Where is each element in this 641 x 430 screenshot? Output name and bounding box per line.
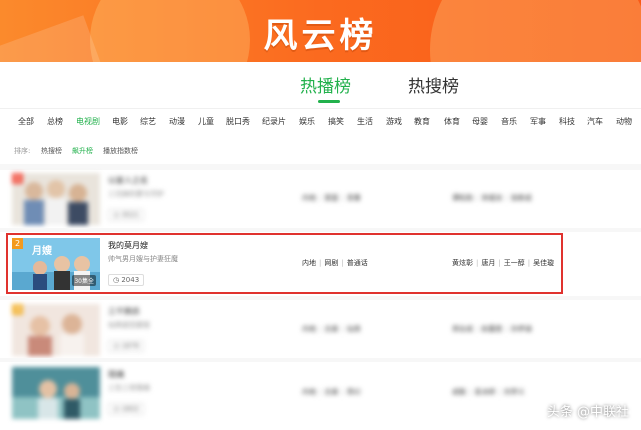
- divider: [0, 108, 641, 109]
- category-overall[interactable]: 总榜: [47, 116, 63, 127]
- category-nav: 全部 总榜 电视剧 电影 综艺 动漫 儿童 脱口秀 纪录片 娱乐 搞笑 生活 游…: [14, 116, 639, 130]
- rank-badge: 3: [12, 304, 23, 315]
- sort-play-index[interactable]: 播放指数榜: [103, 146, 138, 156]
- drama-actors: 谭松韵 | 宋威龙 | 张新成: [452, 194, 532, 202]
- sort-label: 排序:: [14, 147, 31, 155]
- row-divider: [0, 228, 641, 232]
- drama-tags: 内地 | 家庭 | 青春: [302, 194, 361, 202]
- drama-description: 三兄妹的爱与守护: [108, 190, 164, 198]
- poster-image: [12, 304, 100, 356]
- ranking-tabs: 热播榜 热搜榜: [0, 72, 641, 106]
- category-game[interactable]: 游戏: [386, 116, 402, 127]
- category-kids[interactable]: 儿童: [198, 116, 214, 127]
- rank-badge: 2: [12, 238, 23, 249]
- play-count: ◷ 1876: [108, 340, 145, 352]
- category-military[interactable]: 军事: [530, 116, 546, 127]
- tab-label: 热播榜: [300, 77, 351, 97]
- poster-image: [12, 367, 100, 419]
- ranking-row[interactable]: 1 以家人之名 三兄妹的爱与守护 ◷ 3521 内地 | 家庭 | 青春 谭松韵 | 宋威龙…: [10, 171, 562, 226]
- highlight-box: [6, 233, 563, 294]
- banner-title: 风云榜: [263, 16, 378, 56]
- tab-hot-search[interactable]: 热搜榜: [408, 72, 459, 97]
- section-divider: [0, 164, 641, 170]
- drama-title[interactable]: 琉璃: [108, 369, 124, 380]
- row-divider: [0, 358, 641, 362]
- category-entertainment[interactable]: 娱乐: [299, 116, 315, 127]
- category-mother-baby[interactable]: 母婴: [472, 116, 488, 127]
- header-banner: 风云榜: [0, 0, 641, 62]
- category-sports[interactable]: 体育: [444, 116, 460, 127]
- category-auto[interactable]: 汽车: [587, 116, 603, 127]
- category-documentary[interactable]: 纪录片: [262, 116, 286, 127]
- drama-title[interactable]: 以家人之名: [108, 175, 148, 186]
- category-comedy[interactable]: 搞笑: [328, 116, 344, 127]
- category-animal[interactable]: 动物: [616, 116, 632, 127]
- category-tv-drama[interactable]: 电视剧: [76, 116, 100, 127]
- category-music[interactable]: 音乐: [501, 116, 517, 127]
- active-tab-underline: [318, 100, 340, 103]
- drama-actors: 成毅 | 袁冰妍 | 刘学义: [452, 388, 525, 396]
- category-tech[interactable]: 科技: [559, 116, 575, 127]
- play-count: ◷ 1602: [108, 403, 145, 415]
- drama-description: 仙侠虐恋甜宠: [108, 321, 150, 329]
- category-life[interactable]: 生活: [357, 116, 373, 127]
- ranking-row[interactable]: 3 三千鸦杀 仙侠虐恋甜宠 ◷ 1876 内地 | 古装 | 仙侠 郑业成 | 赵露思 | 孙伊…: [10, 302, 562, 357]
- row-divider: [0, 296, 641, 300]
- poster-art: [12, 173, 100, 225]
- rank-badge: 1: [12, 173, 23, 184]
- drama-tags: 内地 | 古装 | 奇幻: [302, 388, 361, 396]
- sort-hot-search[interactable]: 热搜榜: [41, 146, 62, 156]
- ranking-row[interactable]: 琉璃 三生三世情缘 ◷ 1602 内地 | 古装 | 奇幻 成毅 | 袁冰妍 | 刘学义: [10, 365, 562, 420]
- category-all[interactable]: 全部: [18, 116, 34, 127]
- category-education[interactable]: 教育: [414, 116, 430, 127]
- category-variety[interactable]: 综艺: [140, 116, 156, 127]
- poster-image: [12, 173, 100, 225]
- play-count: ◷ 3521: [108, 209, 145, 221]
- drama-tags: 内地 | 古装 | 仙侠: [302, 325, 361, 333]
- drama-actors: 郑业成 | 赵露思 | 孙伊涵: [452, 325, 532, 333]
- category-movie[interactable]: 电影: [112, 116, 128, 127]
- watermark: 头条 @中联社: [546, 405, 629, 420]
- category-talk-show[interactable]: 脱口秀: [226, 116, 250, 127]
- drama-description: 三生三世情缘: [108, 384, 150, 392]
- poster-art: [12, 367, 100, 419]
- sort-rising[interactable]: 飙升榜: [72, 146, 93, 156]
- poster-art: [12, 304, 100, 356]
- tab-hot-play[interactable]: 热播榜: [300, 72, 351, 103]
- drama-title[interactable]: 三千鸦杀: [108, 306, 140, 317]
- category-anime[interactable]: 动漫: [169, 116, 185, 127]
- tab-label: 热搜榜: [408, 77, 459, 97]
